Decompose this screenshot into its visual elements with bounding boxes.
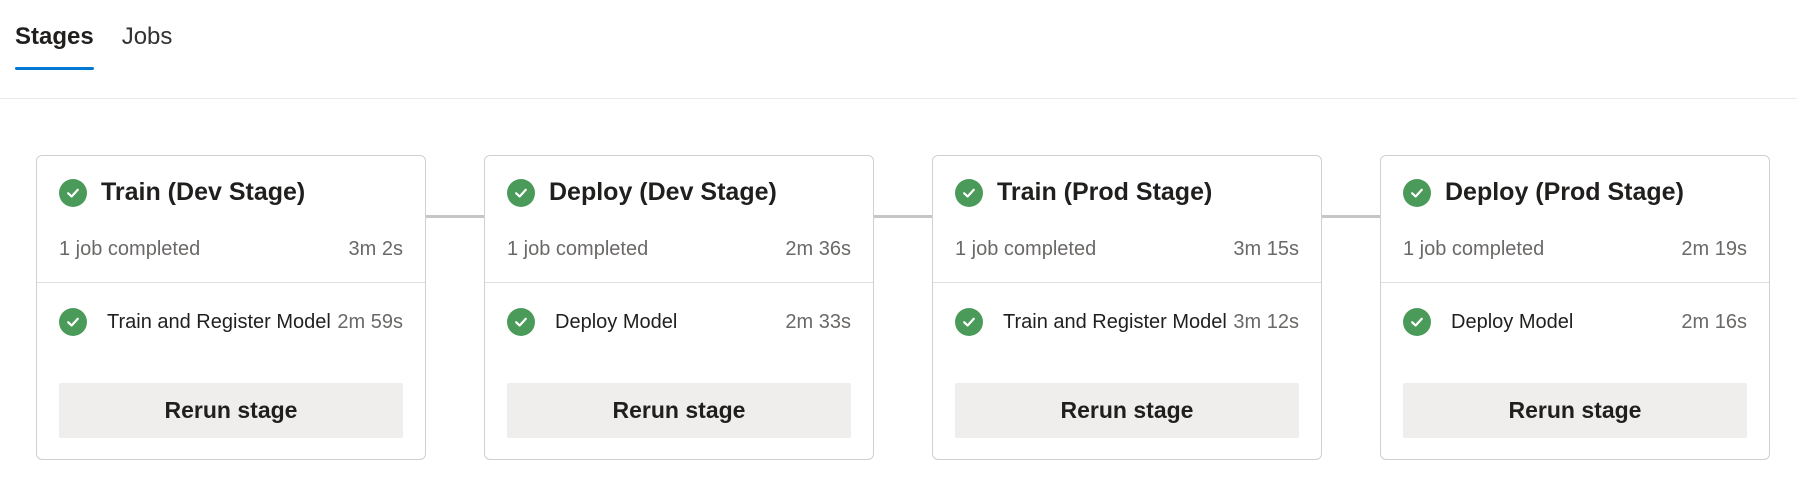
stages-pipeline: Train (Dev Stage) 1 job completed 3m 2s … xyxy=(0,0,1797,484)
check-circle-icon xyxy=(1403,308,1431,336)
stage-title-row: Deploy (Prod Stage) xyxy=(1403,178,1684,207)
stage-card-header: Deploy (Dev Stage) 1 job completed 2m 36… xyxy=(485,156,873,283)
stage-summary-text: 1 job completed xyxy=(507,238,649,260)
stage-summary: 1 job completed 2m 19s xyxy=(1403,238,1747,261)
rerun-stage-button[interactable]: Rerun stage xyxy=(59,383,403,438)
job-row[interactable]: Deploy Model 2m 33s xyxy=(507,308,851,336)
stage-duration: 3m 2s xyxy=(348,238,403,260)
stage-card-header: Train (Dev Stage) 1 job completed 3m 2s xyxy=(37,156,425,283)
job-row[interactable]: Train and Register Model 3m 12s xyxy=(955,308,1299,336)
stage-duration: 2m 36s xyxy=(785,238,851,260)
stage-summary-text: 1 job completed xyxy=(1403,238,1545,260)
stage-duration: 3m 15s xyxy=(1233,238,1299,260)
job-duration: 2m 59s xyxy=(337,310,403,333)
check-circle-icon xyxy=(955,308,983,336)
stage-connector xyxy=(874,215,933,218)
stage-title: Deploy (Dev Stage) xyxy=(549,178,777,206)
stage-summary: 1 job completed 2m 36s xyxy=(507,238,851,261)
rerun-stage-button[interactable]: Rerun stage xyxy=(1403,383,1747,438)
job-name: Deploy Model xyxy=(1451,310,1574,333)
stage-card-header: Train (Prod Stage) 1 job completed 3m 15… xyxy=(933,156,1321,283)
stage-title: Train (Prod Stage) xyxy=(997,178,1213,206)
job-name: Train and Register Model xyxy=(107,310,331,333)
stage-connector xyxy=(426,215,485,218)
stage-card-train-prod[interactable]: Train (Prod Stage) 1 job completed 3m 15… xyxy=(932,155,1322,460)
job-row[interactable]: Deploy Model 2m 16s xyxy=(1403,308,1747,336)
check-circle-icon xyxy=(1403,178,1431,207)
check-circle-icon xyxy=(59,308,87,336)
job-duration: 3m 12s xyxy=(1233,310,1299,333)
stage-card-train-dev[interactable]: Train (Dev Stage) 1 job completed 3m 2s … xyxy=(36,155,426,460)
stage-connector xyxy=(1322,215,1381,218)
stage-title-row: Train (Prod Stage) xyxy=(955,178,1212,207)
stage-duration: 2m 19s xyxy=(1681,238,1747,260)
job-row[interactable]: Train and Register Model 2m 59s xyxy=(59,308,403,336)
stage-title-row: Deploy (Dev Stage) xyxy=(507,178,777,207)
job-name: Train and Register Model xyxy=(1003,310,1227,333)
stage-card-header: Deploy (Prod Stage) 1 job completed 2m 1… xyxy=(1381,156,1769,283)
stage-summary: 1 job completed 3m 15s xyxy=(955,238,1299,261)
job-name: Deploy Model xyxy=(555,310,678,333)
check-circle-icon xyxy=(507,308,535,336)
stage-card-deploy-dev[interactable]: Deploy (Dev Stage) 1 job completed 2m 36… xyxy=(484,155,874,460)
stage-card-deploy-prod[interactable]: Deploy (Prod Stage) 1 job completed 2m 1… xyxy=(1380,155,1770,460)
stage-summary-text: 1 job completed xyxy=(955,238,1097,260)
stage-summary-text: 1 job completed xyxy=(59,238,201,260)
job-duration: 2m 33s xyxy=(785,310,851,333)
rerun-stage-button[interactable]: Rerun stage xyxy=(955,383,1299,438)
check-circle-icon xyxy=(59,178,87,207)
stage-title: Deploy (Prod Stage) xyxy=(1445,178,1684,206)
job-duration: 2m 16s xyxy=(1681,310,1747,333)
stage-summary: 1 job completed 3m 2s xyxy=(59,238,403,261)
stage-title-row: Train (Dev Stage) xyxy=(59,178,305,207)
stage-title: Train (Dev Stage) xyxy=(101,178,306,206)
rerun-stage-button[interactable]: Rerun stage xyxy=(507,383,851,438)
check-circle-icon xyxy=(507,178,535,207)
check-circle-icon xyxy=(955,178,983,207)
